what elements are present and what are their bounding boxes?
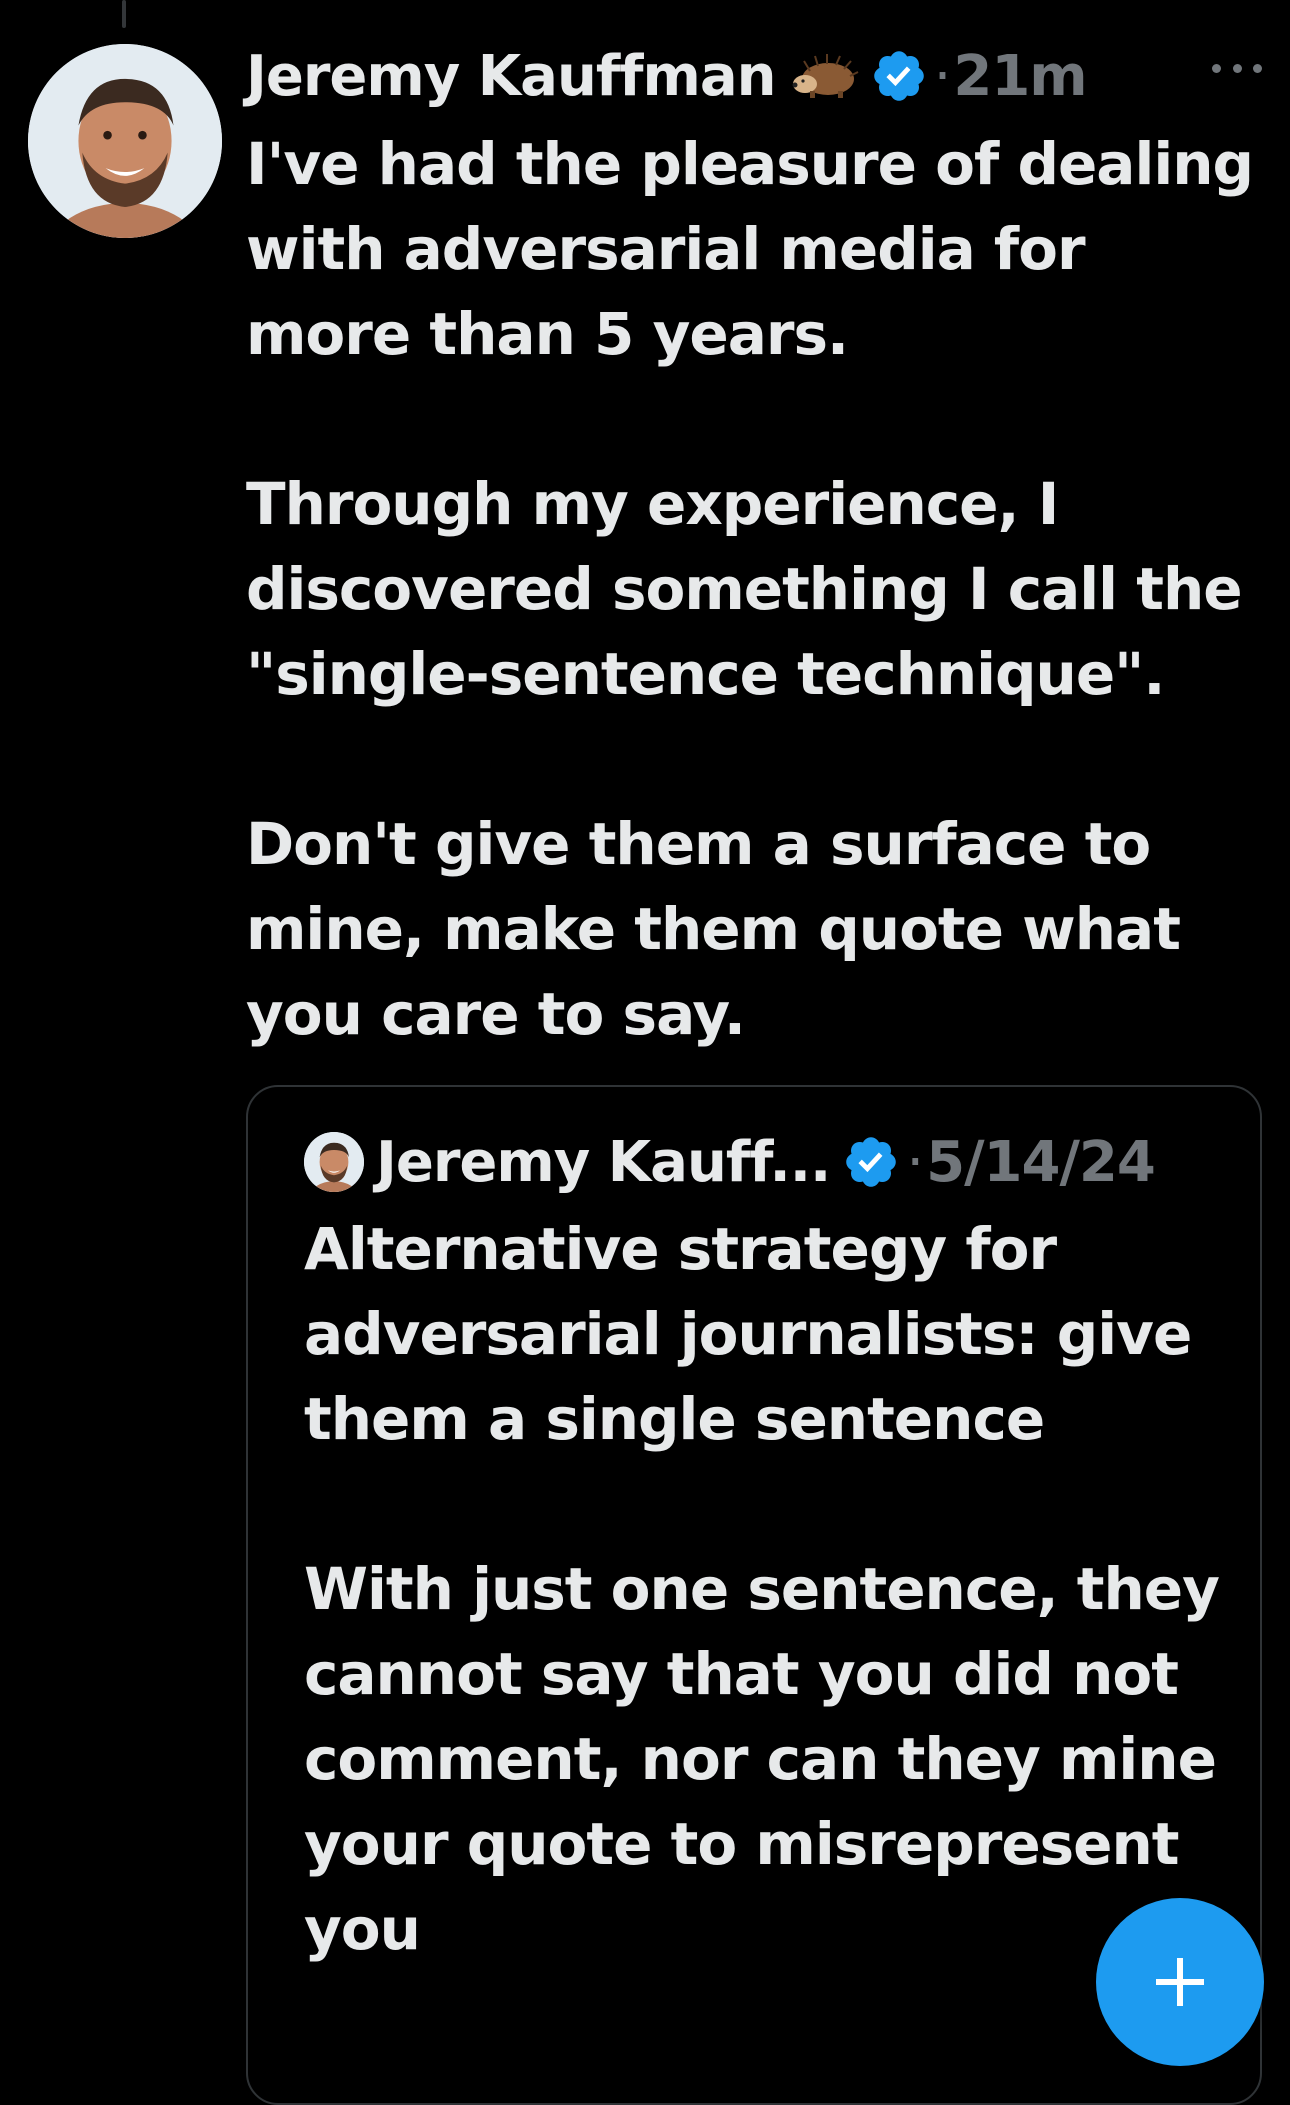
author-name[interactable]: Jeremy Kauffman bbox=[246, 44, 777, 109]
avatar-photo bbox=[28, 44, 222, 238]
quoted-header-separator: · bbox=[906, 1129, 925, 1195]
verified-badge-icon bbox=[870, 47, 928, 105]
post-body: I've had the pleasure of dealing with ad… bbox=[246, 122, 1256, 1057]
plus-icon bbox=[1156, 1958, 1204, 2006]
header-separator: · bbox=[933, 43, 952, 109]
hedgehog-icon bbox=[790, 51, 860, 101]
post-header: Jeremy Kauffman · 21m bbox=[246, 36, 1266, 116]
quoted-author-name: Jeremy Kauff... bbox=[376, 1129, 831, 1195]
quoted-post-body: Alternative strategy for adversarial jou… bbox=[304, 1207, 1234, 1972]
quoted-post-header: Jeremy Kauff... · 5/14/24 bbox=[304, 1127, 1156, 1197]
author-avatar[interactable] bbox=[28, 44, 222, 238]
quoted-paragraph: Alternative strategy for adversarial jou… bbox=[304, 1215, 1192, 1453]
quoted-post-date: 5/14/24 bbox=[926, 1129, 1156, 1195]
quoted-paragraph: With just one sentence, they cannot say … bbox=[304, 1555, 1220, 1963]
post-paragraph: I've had the pleasure of dealing with ad… bbox=[246, 130, 1254, 368]
thread-connector-line bbox=[122, 0, 126, 28]
quoted-author-avatar bbox=[304, 1132, 364, 1192]
post-timestamp[interactable]: 21m bbox=[953, 44, 1087, 109]
compose-button[interactable] bbox=[1096, 1898, 1264, 2066]
verified-badge-icon bbox=[842, 1133, 900, 1191]
post-paragraph: Don't give them a surface to mine, make … bbox=[246, 810, 1181, 1048]
post-paragraph: Through my experience, I discovered some… bbox=[246, 470, 1243, 708]
more-horizontal-icon[interactable] bbox=[1212, 58, 1262, 78]
